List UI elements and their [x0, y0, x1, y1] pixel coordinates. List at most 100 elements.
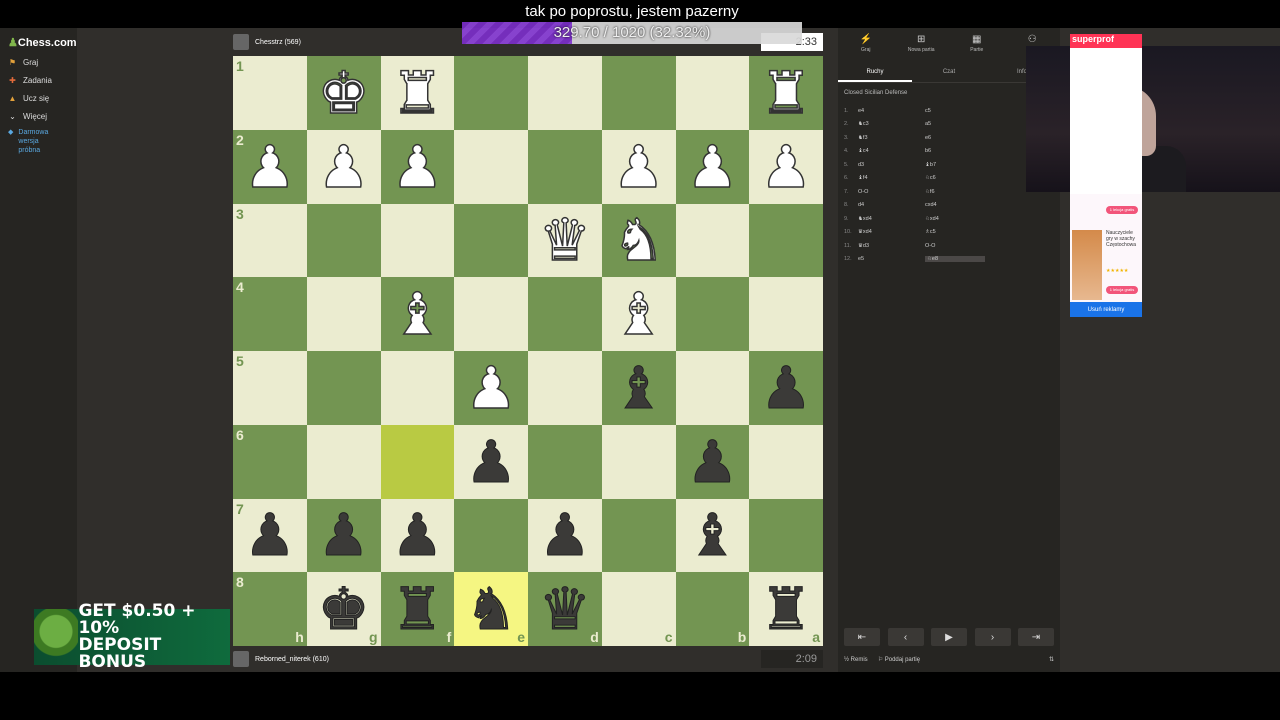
board-square[interactable]: ♟ — [675, 129, 750, 204]
resign-button[interactable]: ⚐ Poddaj partię — [878, 656, 920, 663]
board-square[interactable] — [454, 56, 528, 130]
board-square[interactable]: g ♚ — [306, 572, 381, 646]
board-square[interactable]: ♟ — [749, 129, 823, 204]
board-square[interactable]: ♜ — [380, 56, 455, 130]
white-bishop[interactable]: ♝ — [391, 284, 445, 344]
chess-board[interactable]: 1 ♚ ♜ ♜ 2 ♟ ♟ ♟ ♟ ♟ ♟ 3 ♛ ♞ 4 ♝ ♝ 5 ♟ ♝ ♟ 6 ♟ ♟ 7 ♟ ♟ ♟ ♟ ♝ 8 h g ♚ f ♜ e ♞ d ♛… — [233, 56, 823, 646]
board-square[interactable]: 1 — [233, 56, 307, 130]
board-square[interactable]: d ♛ — [528, 572, 602, 646]
board-square[interactable]: e ♞ — [454, 572, 528, 646]
white-move[interactable]: ♝c4 — [858, 148, 925, 154]
black-move[interactable]: ♝b7 — [925, 162, 985, 168]
sidebar-item-free-trial[interactable]: ◆ Darmowa wersja próbna — [8, 128, 58, 155]
white-move[interactable]: O-O — [858, 189, 925, 195]
white-move[interactable]: d3 — [858, 162, 925, 168]
black-pawn[interactable]: ♟ — [243, 506, 296, 565]
remove-ads-button[interactable]: Usuń reklamy — [1070, 302, 1142, 317]
black-move[interactable]: b6 — [925, 148, 985, 154]
board-square[interactable]: ♟ — [454, 424, 528, 499]
board-square[interactable]: ♟ — [306, 129, 381, 204]
white-move[interactable]: ♛xd4 — [858, 229, 925, 235]
draw-button[interactable]: ½ Remis — [844, 657, 868, 663]
white-bishop[interactable]: ♝ — [612, 284, 666, 344]
white-move[interactable]: ♞xd4 — [858, 216, 925, 222]
board-square[interactable]: 3 — [233, 203, 307, 278]
white-pawn[interactable]: ♟ — [464, 358, 518, 418]
sidebar-item-more[interactable]: ⌄ Więcej — [8, 112, 47, 121]
black-rook[interactable]: ♜ — [760, 580, 813, 639]
board-square[interactable] — [306, 424, 381, 499]
board-square[interactable]: 7 ♟ — [233, 498, 307, 573]
board-square[interactable]: f ♜ — [380, 572, 455, 646]
bottom-player-name[interactable]: Reborned_niterek (610) — [255, 656, 329, 663]
tab-moves[interactable]: Ruchy — [838, 63, 912, 82]
flip-board-icon[interactable]: ⇅ — [1049, 656, 1054, 663]
board-square[interactable]: b — [675, 572, 750, 646]
black-pawn[interactable]: ♟ — [317, 506, 370, 565]
black-pawn[interactable]: ♟ — [465, 432, 518, 491]
prev-move-button[interactable]: ‹ — [887, 628, 924, 646]
board-square[interactable]: ♟ — [306, 498, 381, 573]
white-move[interactable]: ♞f3 — [858, 135, 925, 141]
board-square[interactable] — [380, 203, 455, 278]
board-square[interactable] — [454, 203, 528, 278]
sidebar-item-puzzles[interactable]: ✚ Zadania — [8, 76, 52, 85]
board-square[interactable] — [380, 351, 455, 425]
black-move[interactable]: ♘c6 — [925, 175, 985, 181]
board-square[interactable]: ♝ — [675, 498, 750, 573]
white-move[interactable]: e5 — [858, 256, 925, 262]
board-square[interactable] — [675, 56, 750, 130]
board-square[interactable]: ♟ — [454, 351, 528, 425]
black-king[interactable]: ♚ — [317, 580, 370, 639]
black-move[interactable]: O-O — [925, 243, 985, 249]
black-knight[interactable]: ♞ — [465, 580, 518, 639]
white-queen[interactable]: ♛ — [538, 211, 592, 271]
board-square[interactable]: ♟ — [380, 129, 455, 204]
white-pawn[interactable]: ♟ — [391, 137, 445, 197]
board-square[interactable]: ♞ — [601, 203, 676, 278]
board-square[interactable]: 6 — [233, 424, 307, 499]
white-move[interactable]: ♝f4 — [858, 175, 925, 181]
black-pawn[interactable]: ♟ — [391, 506, 444, 565]
chesscom-logo[interactable]: ♟Chess.com — [8, 36, 77, 49]
board-square[interactable] — [601, 56, 676, 130]
board-square[interactable] — [528, 351, 602, 425]
board-square[interactable] — [601, 498, 676, 573]
board-square[interactable] — [749, 424, 823, 499]
black-move[interactable]: ♘e8 — [925, 256, 985, 263]
white-pawn[interactable]: ♟ — [612, 137, 666, 197]
white-king[interactable]: ♚ — [317, 63, 371, 123]
white-move[interactable]: d4 — [858, 202, 925, 208]
board-square[interactable] — [380, 424, 455, 499]
white-pawn[interactable]: ♟ — [759, 137, 813, 197]
black-move[interactable]: a5 — [925, 121, 985, 127]
tab-new-game[interactable]: ⊞ Nowa partia — [894, 34, 950, 53]
next-move-button[interactable]: › — [974, 628, 1011, 646]
white-move[interactable]: ♛d3 — [858, 243, 925, 249]
board-square[interactable] — [528, 424, 602, 499]
board-square[interactable] — [306, 277, 381, 351]
tab-games[interactable]: ▦ Partie — [949, 34, 1005, 53]
board-square[interactable] — [675, 203, 750, 278]
white-rook[interactable]: ♜ — [759, 63, 813, 123]
black-bishop[interactable]: ♝ — [686, 506, 739, 565]
sidebar-item-play[interactable]: ⚑ Graj — [8, 58, 38, 67]
board-square[interactable]: 4 — [233, 277, 307, 351]
board-square[interactable]: ♝ — [601, 277, 676, 351]
board-square[interactable] — [601, 424, 676, 499]
black-move[interactable]: cxd4 — [925, 202, 985, 208]
board-square[interactable] — [454, 277, 528, 351]
white-pawn[interactable]: ♟ — [317, 137, 371, 197]
white-move[interactable]: e4 — [858, 108, 925, 114]
board-square[interactable] — [528, 129, 602, 204]
board-square[interactable] — [454, 129, 528, 204]
white-move[interactable]: ♞c3 — [858, 121, 925, 127]
black-pawn[interactable]: ♟ — [538, 506, 591, 565]
black-pawn[interactable]: ♟ — [686, 432, 739, 491]
board-square[interactable]: 5 — [233, 351, 307, 425]
advertisement[interactable]: superprof 1 lekcja gratis Nauczyciele gr… — [1070, 34, 1142, 317]
board-square[interactable]: ♟ — [749, 351, 823, 425]
board-square[interactable]: ♝ — [601, 351, 676, 425]
white-knight[interactable]: ♞ — [612, 211, 666, 271]
avatar[interactable] — [233, 34, 249, 50]
